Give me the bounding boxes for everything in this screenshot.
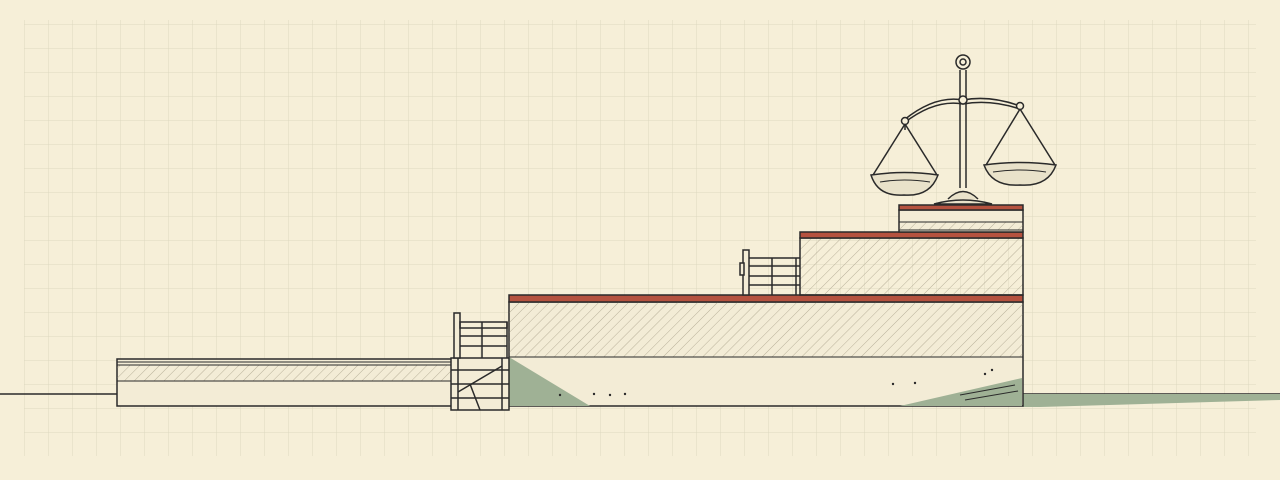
middle-step-cap bbox=[799, 231, 1024, 239]
middle-step bbox=[799, 231, 1024, 296]
main-block bbox=[508, 294, 1024, 407]
top-step-cap bbox=[898, 204, 1024, 211]
main-block-cap bbox=[508, 294, 1024, 303]
low-slab bbox=[116, 358, 454, 407]
scene-svg bbox=[0, 20, 1280, 456]
illustration-canvas bbox=[0, 0, 1280, 480]
ladder-icon bbox=[450, 357, 510, 411]
top-step bbox=[898, 204, 1024, 233]
